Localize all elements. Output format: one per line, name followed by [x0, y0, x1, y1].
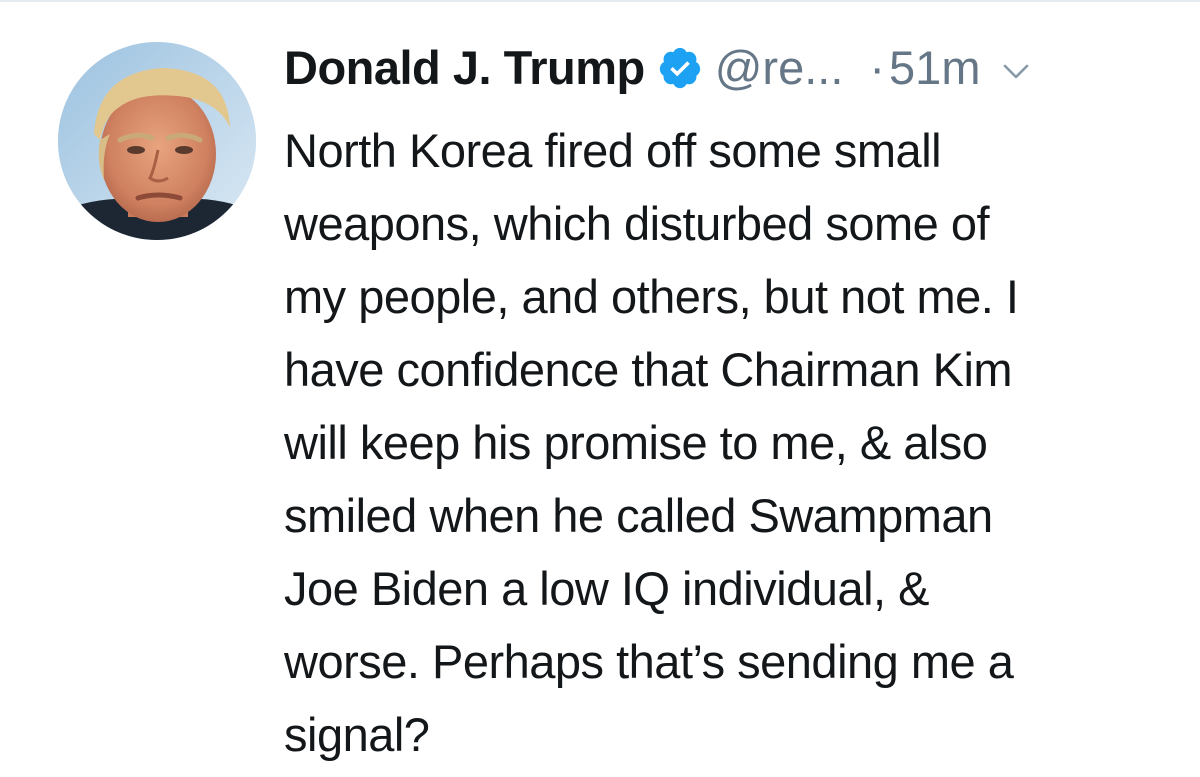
tweet-text-line: have confidence that Chairman Kim [284, 343, 1013, 396]
tweet-text-line: signal? [284, 708, 430, 761]
tweet-text: North Korea fired off some small weapons… [284, 114, 1164, 771]
tweet-text-line: weapons, which disturbed some of [284, 197, 990, 250]
author-handle[interactable]: @re... [715, 36, 844, 100]
tweet-timestamp[interactable]: 51m [889, 36, 980, 100]
tweet-text-line: smiled when he called Swampman [284, 489, 993, 542]
tweet-text-line: my people, and others, but not me. I [284, 270, 1019, 323]
verified-badge-icon [657, 45, 703, 91]
timestamp-separator: · [869, 41, 886, 94]
tweet-text-line: Joe Biden a low IQ individual, & [284, 562, 929, 615]
tweet-text-line: worse. Perhaps that’s sending me a [284, 635, 1014, 688]
chevron-down-icon[interactable] [1002, 62, 1030, 82]
tweet-text-line: North Korea fired off some small [284, 124, 942, 177]
author-display-name[interactable]: Donald J. Trump [284, 36, 645, 100]
tweet-text-line: will keep his promise to me, & also [284, 416, 988, 469]
tweet[interactable]: Donald J. Trump @re... · 51m North Korea… [0, 0, 1200, 777]
tweet-header: Donald J. Trump @re... · 51m [284, 36, 1030, 100]
avatar-image [58, 42, 256, 240]
author-avatar[interactable] [58, 42, 256, 240]
